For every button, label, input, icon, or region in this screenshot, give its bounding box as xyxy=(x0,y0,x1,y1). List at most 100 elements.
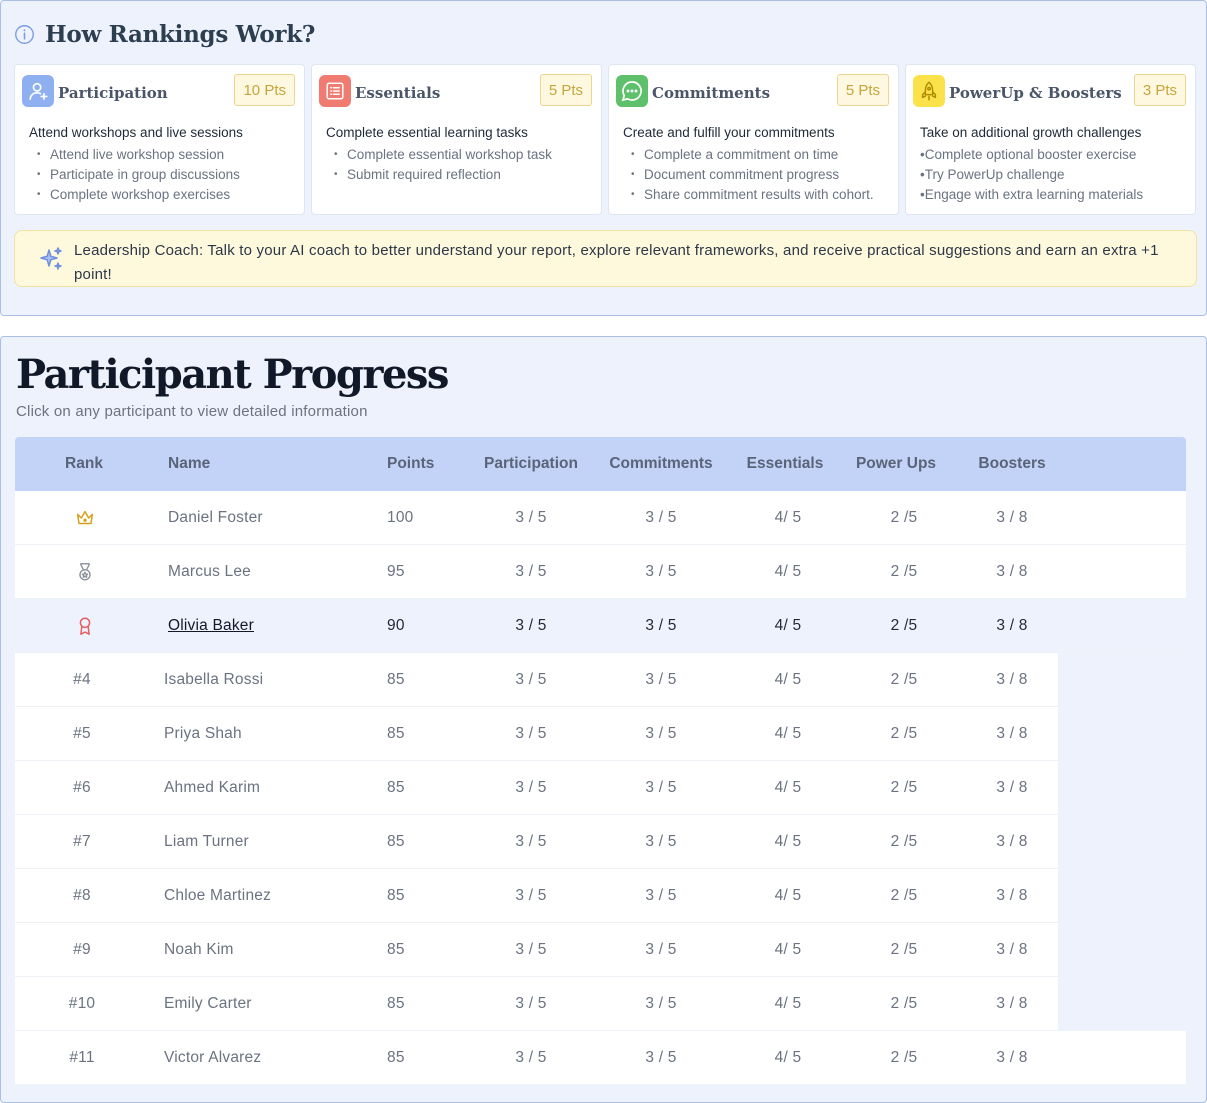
table-row[interactable]: #6 Ahmed Karim 85 3 / 5 3 / 5 4/ 5 2 /5 … xyxy=(15,761,1058,815)
column-header-boosters[interactable]: Boosters xyxy=(978,437,1045,491)
boosters-value: 3 / 8 xyxy=(996,833,1028,850)
power-ups-value: 2 /5 xyxy=(890,995,918,1012)
points-value: 95 xyxy=(387,563,405,580)
points-badge: 5 Pts xyxy=(539,74,592,106)
column-header-essentials[interactable]: Essentials xyxy=(747,437,824,491)
list-item: Submit required reflection xyxy=(326,165,552,185)
table-row[interactable]: #11 Victor Alvarez 85 3 / 5 3 / 5 4/ 5 2… xyxy=(15,1031,1186,1085)
card-description: Take on additional growth challenges xyxy=(920,125,1142,140)
commitments-value: 3 / 5 xyxy=(645,833,677,850)
commitments-value: 3 / 5 xyxy=(645,617,677,634)
commitments-value: 3 / 5 xyxy=(645,941,677,958)
participant-name[interactable]: Isabella Rossi xyxy=(164,653,263,707)
table-row[interactable]: #8 Chloe Martinez 85 3 / 5 3 / 5 4/ 5 2 … xyxy=(15,869,1058,923)
participation-value: 3 / 5 xyxy=(515,1049,547,1066)
boosters-value: 3 / 8 xyxy=(996,563,1028,580)
essentials-value: 4/ 5 xyxy=(774,1049,802,1066)
participant-name[interactable]: Emily Carter xyxy=(164,977,252,1031)
boosters-value: 3 / 8 xyxy=(996,509,1028,526)
participant-name[interactable]: Priya Shah xyxy=(164,707,242,761)
participant-name[interactable]: Daniel Foster xyxy=(168,491,263,545)
list-item: •Try PowerUp challenge xyxy=(920,167,1065,182)
ranking-card-powerups: PowerUp & Boosters 3 Pts Take on additio… xyxy=(905,64,1196,215)
leadership-coach-banner[interactable]: Leadership Coach: Talk to your AI coach … xyxy=(14,230,1197,287)
card-description: Create and fulfill your commitments xyxy=(623,125,835,140)
rank-value: #6 xyxy=(73,779,91,796)
boosters-value: 3 / 8 xyxy=(996,887,1028,904)
points-badge: 3 Pts xyxy=(1133,74,1186,106)
points-value: 85 xyxy=(387,887,405,904)
boosters-value: 3 / 8 xyxy=(996,617,1028,634)
card-list: Complete a commitment on time Document c… xyxy=(623,145,874,205)
commitments-value: 3 / 5 xyxy=(645,725,677,742)
rank-value: #5 xyxy=(73,725,91,742)
rocket-icon xyxy=(913,75,945,107)
ranking-card-commitments: Commitments 5 Pts Create and fulfill you… xyxy=(608,64,899,215)
participant-name[interactable]: Victor Alvarez xyxy=(164,1031,261,1085)
essentials-value: 4/ 5 xyxy=(774,995,802,1012)
essentials-value: 4/ 5 xyxy=(774,887,802,904)
list-item: Complete a commitment on time xyxy=(623,145,874,165)
essentials-value: 4/ 5 xyxy=(774,941,802,958)
table-row[interactable]: #9 Noah Kim 85 3 / 5 3 / 5 4/ 5 2 /5 3 /… xyxy=(15,923,1058,977)
power-ups-value: 2 /5 xyxy=(890,833,918,850)
participant-name[interactable]: Chloe Martinez xyxy=(164,869,271,923)
boosters-value: 3 / 8 xyxy=(996,941,1028,958)
card-title: Essentials xyxy=(355,84,441,102)
participant-name[interactable]: Olivia Baker xyxy=(168,599,254,653)
essentials-value: 4/ 5 xyxy=(774,617,802,634)
column-header-name[interactable]: Name xyxy=(168,437,210,491)
list-item: Share commitment results with cohort. xyxy=(623,185,874,205)
power-ups-value: 2 /5 xyxy=(890,563,918,580)
commitments-value: 3 / 5 xyxy=(645,509,677,526)
page-title: Participant Progress xyxy=(16,351,449,398)
essentials-value: 4/ 5 xyxy=(774,671,802,688)
commitments-value: 3 / 5 xyxy=(645,563,677,580)
rank-value: #10 xyxy=(68,995,96,1012)
points-value: 85 xyxy=(387,1049,405,1066)
table-row[interactable]: #4 Isabella Rossi 85 3 / 5 3 / 5 4/ 5 2 … xyxy=(15,653,1058,707)
column-header-commitments[interactable]: Commitments xyxy=(609,437,712,491)
participation-value: 3 / 5 xyxy=(515,617,547,634)
card-title: Commitments xyxy=(652,84,771,102)
column-header-rank[interactable]: Rank xyxy=(65,437,103,491)
participant-name[interactable]: Noah Kim xyxy=(164,923,234,977)
participant-name[interactable]: Liam Turner xyxy=(164,815,249,869)
points-value: 90 xyxy=(387,617,405,634)
column-header-participation[interactable]: Participation xyxy=(484,437,578,491)
ranking-card-participation: Participation 10 Pts Attend workshops an… xyxy=(14,64,305,215)
participant-name[interactable]: Ahmed Karim xyxy=(164,761,260,815)
table-row[interactable]: #10 Emily Carter 85 3 / 5 3 / 5 4/ 5 2 /… xyxy=(15,977,1058,1031)
list-item: •Engage with extra learning materials xyxy=(920,187,1144,202)
sparkles-icon xyxy=(40,247,62,270)
card-title: Participation xyxy=(58,84,168,102)
table-row-selected[interactable]: Olivia Baker 90 3 / 5 3 / 5 4/ 5 2 /5 3 … xyxy=(15,599,1186,653)
points-value: 85 xyxy=(387,671,405,688)
points-value: 85 xyxy=(387,833,405,850)
user-icon xyxy=(22,75,54,107)
commitments-value: 3 / 5 xyxy=(645,995,677,1012)
table-row[interactable]: #5 Priya Shah 85 3 / 5 3 / 5 4/ 5 2 /5 3… xyxy=(15,707,1058,761)
commitments-value: 3 / 5 xyxy=(645,671,677,688)
participation-value: 3 / 5 xyxy=(515,887,547,904)
boosters-value: 3 / 8 xyxy=(996,671,1028,688)
essentials-value: 4/ 5 xyxy=(774,563,802,580)
power-ups-value: 2 /5 xyxy=(890,941,918,958)
table-header: Rank Name Points Participation Commitmen… xyxy=(15,437,1186,491)
rank-value: #4 xyxy=(73,671,91,688)
participant-name[interactable]: Marcus Lee xyxy=(168,545,251,599)
table-row[interactable]: Daniel Foster 100 3 / 5 3 / 5 4/ 5 2 /5 … xyxy=(15,491,1186,545)
participation-value: 3 / 5 xyxy=(515,941,547,958)
boosters-value: 3 / 8 xyxy=(996,725,1028,742)
commitments-value: 3 / 5 xyxy=(645,887,677,904)
table-row[interactable]: #7 Liam Turner 85 3 / 5 3 / 5 4/ 5 2 /5 … xyxy=(15,815,1058,869)
power-ups-value: 2 /5 xyxy=(890,509,918,526)
card-list: Attend live workshop session Participate… xyxy=(29,145,240,205)
column-header-points[interactable]: Points xyxy=(387,437,434,491)
page-subtitle: Click on any participant to view detaile… xyxy=(16,403,368,420)
table-row[interactable]: Marcus Lee 95 3 / 5 3 / 5 4/ 5 2 /5 3 / … xyxy=(15,545,1186,599)
column-header-power-ups[interactable]: Power Ups xyxy=(856,437,936,491)
list-item: Document commitment progress xyxy=(623,165,874,185)
card-list: Complete essential workshop task Submit … xyxy=(326,145,552,185)
info-icon[interactable] xyxy=(14,24,35,45)
